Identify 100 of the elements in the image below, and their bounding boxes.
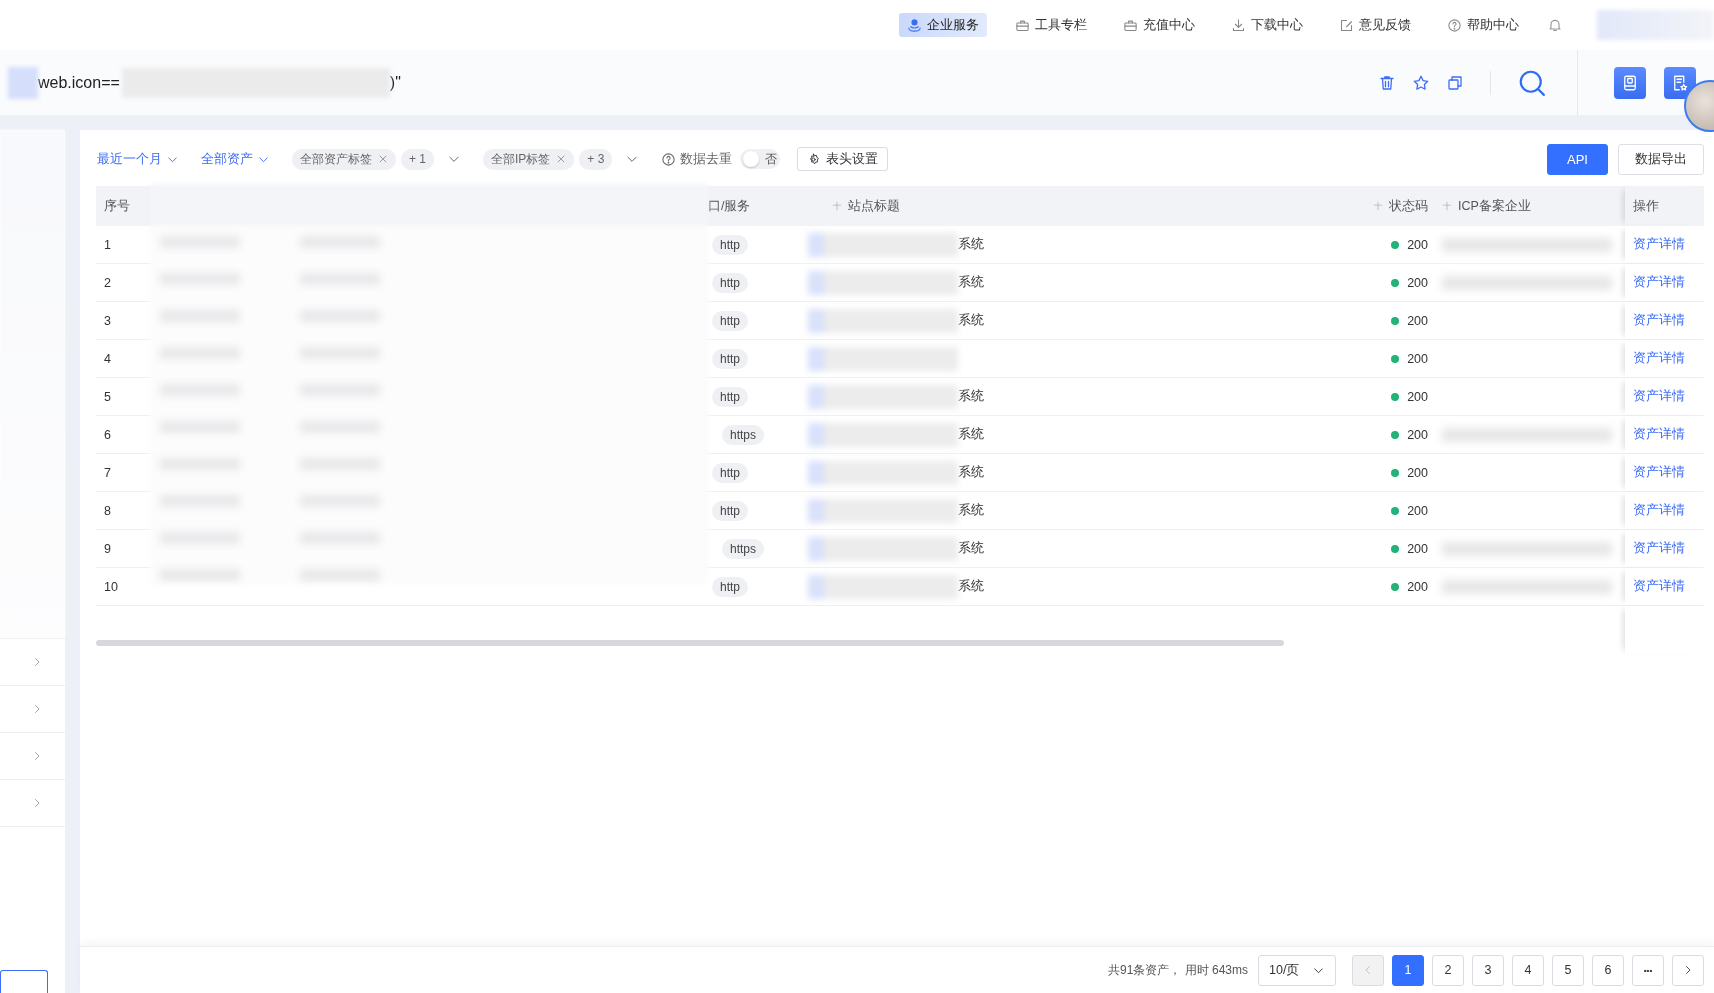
row-number: 9: [104, 541, 111, 556]
status-dot: [1391, 354, 1400, 363]
row-number: 2: [104, 275, 111, 290]
more-count: + 3: [579, 148, 613, 170]
sort-icon[interactable]: [1442, 201, 1452, 211]
row-number: 5: [104, 389, 111, 404]
site-title: 系统: [958, 312, 984, 329]
site-title: 系统: [958, 464, 984, 481]
protocol-tag: https: [722, 538, 764, 559]
site-title: 系统: [958, 388, 984, 405]
site-title: 系统: [958, 540, 984, 557]
help-icon: [661, 151, 677, 167]
tag-chip: 全部资产标签: [292, 148, 396, 170]
more-count: + 1: [401, 148, 434, 170]
status-dot: [1391, 392, 1400, 401]
asset-details-link[interactable]: 资产详情: [1633, 464, 1685, 481]
star-icon[interactable]: [1412, 73, 1430, 92]
status-dot: [1391, 430, 1400, 439]
query-text: web.icon==: [38, 73, 120, 92]
site-title: 系统: [958, 426, 984, 443]
close-icon[interactable]: [556, 154, 567, 164]
tag-chip: 全部IP标签: [483, 148, 575, 170]
status-code: 200: [1407, 237, 1428, 252]
asset-details-link[interactable]: 资产详情: [1633, 274, 1685, 291]
protocol-tag: http: [712, 500, 748, 521]
row-number: 7: [104, 465, 111, 480]
asset-details-link[interactable]: 资产详情: [1633, 312, 1685, 329]
close-icon[interactable]: [378, 154, 388, 164]
asset-details-link[interactable]: 资产详情: [1633, 540, 1685, 557]
asset-details-link[interactable]: 资产详情: [1633, 426, 1685, 443]
briefcase-icon: [1123, 17, 1138, 33]
sort-icon[interactable]: [1373, 201, 1383, 211]
trash-icon[interactable]: [1378, 73, 1396, 92]
protocol-tag: http: [712, 234, 748, 255]
header-settings-button[interactable]: 表头设置: [797, 147, 889, 171]
protocol-tag: http: [712, 272, 748, 293]
column-header: 操作: [1633, 197, 1659, 215]
filter-dropdown[interactable]: 最近一个月: [97, 150, 179, 168]
asset-details-link[interactable]: 资产详情: [1633, 502, 1685, 519]
page-size-select[interactable]: 10/页: [1258, 954, 1336, 986]
briefcase-icon: [1015, 17, 1030, 33]
status-code: 200: [1407, 465, 1428, 480]
document-star-icon: [1671, 73, 1689, 92]
protocol-tag: https: [722, 424, 764, 445]
copy-icon[interactable]: [1446, 73, 1464, 92]
next-page-button[interactable]: [1672, 954, 1704, 986]
protocol-tag: http: [712, 310, 748, 331]
input-field[interactable]: [0, 970, 48, 993]
row-number: 4: [104, 351, 111, 366]
sort-icon[interactable]: [832, 201, 842, 211]
row-number: 6: [104, 427, 111, 442]
protocol-tag: http: [712, 576, 748, 597]
nav-tab[interactable]: 帮助中心: [1439, 13, 1527, 37]
nav-tab[interactable]: 充值中心: [1115, 13, 1203, 37]
nav-tab[interactable]: 意见反馈: [1331, 13, 1419, 37]
book-icon: [1621, 73, 1639, 92]
status-code: 200: [1407, 579, 1428, 594]
status-dot: [1391, 544, 1400, 553]
page-button[interactable]: 3: [1472, 954, 1504, 986]
scrollbar[interactable]: [96, 640, 1284, 646]
page-button[interactable]: 4: [1512, 954, 1544, 986]
nav-tab[interactable]: 工具专栏: [1007, 13, 1095, 37]
status-code: 200: [1407, 351, 1428, 366]
bell-icon[interactable]: [1547, 17, 1563, 33]
row-number: 3: [104, 313, 111, 328]
asset-details-link[interactable]: 资产详情: [1633, 350, 1685, 367]
export-button[interactable]: 数据导出: [1618, 143, 1704, 175]
nav-tab[interactable]: 企业服务: [899, 13, 987, 37]
column-header: 口/服务: [708, 197, 751, 215]
help-icon: [1447, 17, 1462, 33]
dedupe-toggle[interactable]: 否: [740, 149, 781, 169]
asset-details-link[interactable]: 资产详情: [1633, 578, 1685, 595]
protocol-tag: http: [712, 386, 748, 407]
more-pages-button[interactable]: •••: [1632, 954, 1664, 986]
site-title: 系统: [958, 236, 984, 253]
gear-icon: [807, 152, 821, 166]
nav-tab[interactable]: 下载中心: [1223, 13, 1311, 37]
column-header: 站点标题: [848, 197, 900, 215]
dedupe-label: 数据去重: [680, 150, 733, 168]
page-button[interactable]: 2: [1432, 954, 1464, 986]
status-code: 200: [1407, 427, 1428, 442]
column-header: ICP备案企业: [1458, 197, 1531, 215]
filter-dropdown[interactable]: 全部资产: [201, 150, 270, 168]
document-button[interactable]: [1614, 66, 1646, 99]
document-button[interactable]: [1664, 66, 1696, 99]
page-button[interactable]: 1: [1392, 954, 1424, 986]
asset-details-link[interactable]: 资产详情: [1633, 236, 1685, 253]
status-code: 200: [1407, 313, 1428, 328]
page-button[interactable]: 6: [1592, 954, 1624, 986]
site-title: 系统: [958, 274, 984, 291]
site-title: 系统: [958, 502, 984, 519]
status-dot: [1391, 582, 1400, 591]
person-icon: [907, 17, 922, 33]
result-summary: 共91条资产， 用时 643ms: [1107, 961, 1248, 979]
column-header: 序号: [104, 197, 130, 215]
asset-details-link[interactable]: 资产详情: [1633, 388, 1685, 405]
status-dot: [1391, 240, 1400, 249]
page-button[interactable]: 5: [1552, 954, 1584, 986]
api-button[interactable]: API: [1547, 143, 1608, 175]
status-dot: [1391, 506, 1400, 515]
